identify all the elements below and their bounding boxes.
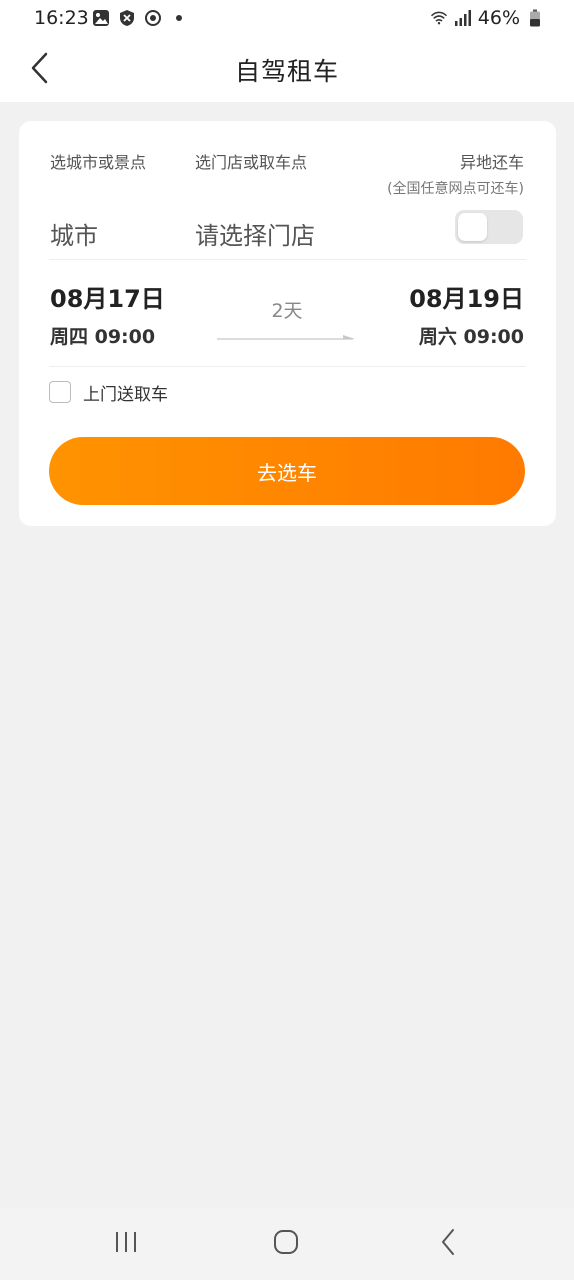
page-title: 自驾租车 xyxy=(234,57,339,86)
status-notification-icons xyxy=(92,9,188,27)
arrow-right-icon xyxy=(217,326,357,340)
city-selector[interactable]: 城市 xyxy=(50,216,98,251)
recent-apps-button[interactable] xyxy=(106,1226,146,1262)
rental-search-card: 选城市或景点 选门店或取车点 异地还车 (全国任意网点可还车) 城市 请选择门店… xyxy=(19,121,556,526)
signal-icon xyxy=(454,9,472,27)
return-date[interactable]: 08月19日 xyxy=(409,279,524,314)
store-hint: 选门店或取车点 xyxy=(195,153,308,172)
store-selector[interactable]: 请选择门店 xyxy=(195,216,315,251)
image-icon xyxy=(92,9,110,27)
home-button[interactable] xyxy=(266,1226,306,1262)
divider xyxy=(49,259,526,260)
return-elsewhere-note: (全国任意网点可还车) xyxy=(387,181,524,197)
battery-percent: 46% xyxy=(477,7,520,29)
status-system-icons: 46% xyxy=(430,7,544,29)
city-hint: 选城市或景点 xyxy=(50,153,147,172)
home-icon xyxy=(273,1229,299,1259)
delivery-checkbox[interactable] xyxy=(49,381,71,403)
dot-icon xyxy=(170,9,188,27)
status-time: 16:23 xyxy=(34,7,89,29)
return-elsewhere-label: 异地还车 xyxy=(459,153,524,172)
rental-duration: 2天 xyxy=(271,300,303,322)
return-time[interactable]: 周六 09:00 xyxy=(419,322,524,349)
back-icon xyxy=(440,1228,456,1260)
header-bar: 自驾租车 xyxy=(0,38,574,102)
return-elsewhere-toggle[interactable] xyxy=(455,210,523,244)
pickup-time[interactable]: 周四 09:00 xyxy=(50,322,155,349)
status-bar: 16:23 46% xyxy=(0,0,574,38)
shield-icon xyxy=(118,9,136,27)
pickup-date[interactable]: 08月17日 xyxy=(50,279,165,314)
toggle-knob xyxy=(458,213,487,241)
recent-apps-icon xyxy=(113,1230,139,1258)
nav-back-button[interactable] xyxy=(428,1226,468,1262)
select-car-button[interactable]: 去选车 xyxy=(49,437,525,505)
wifi-icon xyxy=(430,9,448,27)
sync-icon xyxy=(144,9,162,27)
delivery-label[interactable]: 上门送取车 xyxy=(83,380,168,405)
battery-icon xyxy=(526,9,544,27)
divider xyxy=(49,366,526,367)
system-nav-bar xyxy=(0,1208,574,1280)
